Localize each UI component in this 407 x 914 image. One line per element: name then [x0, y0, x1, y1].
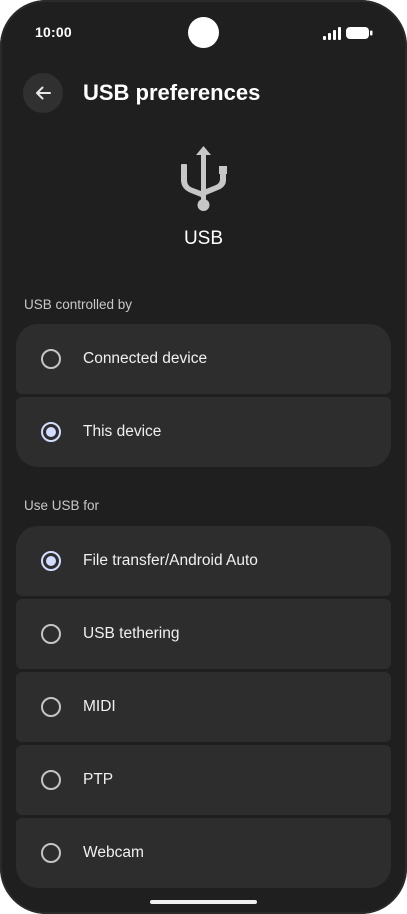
signal-icon	[323, 27, 341, 40]
arrow-left-icon	[36, 86, 51, 100]
option-this-device[interactable]: This device	[16, 397, 391, 467]
camera-cutout	[188, 17, 219, 48]
option-label: File transfer/Android Auto	[83, 552, 258, 569]
option-label: This device	[83, 423, 162, 440]
option-connected-device[interactable]: Connected device	[16, 324, 391, 394]
option-midi[interactable]: MIDI	[16, 672, 391, 742]
radio-file-transfer[interactable]	[41, 551, 61, 571]
option-label: MIDI	[83, 698, 116, 715]
section-header-use-usb-for: Use USB for	[24, 498, 100, 513]
option-usb-tethering[interactable]: USB tethering	[16, 599, 391, 669]
battery-icon	[346, 27, 373, 39]
controlled-by-group: Connected device This device	[16, 324, 391, 467]
back-button[interactable]	[23, 73, 63, 113]
status-bar: 10:00	[0, 0, 407, 64]
option-label: PTP	[83, 771, 114, 788]
use-usb-for-group: File transfer/Android Auto USB tethering…	[16, 526, 391, 888]
radio-usb-tethering[interactable]	[41, 624, 61, 644]
phone-screen: 10:00 USB preferences USB USB controlled…	[0, 0, 407, 914]
option-file-transfer[interactable]: File transfer/Android Auto	[16, 526, 391, 596]
section-header-controlled-by: USB controlled by	[24, 297, 133, 312]
option-webcam[interactable]: Webcam	[16, 818, 391, 888]
usb-icon	[181, 146, 227, 211]
radio-connected-device[interactable]	[41, 349, 61, 369]
radio-ptp[interactable]	[41, 770, 61, 790]
radio-webcam[interactable]	[41, 843, 61, 863]
radio-this-device[interactable]	[41, 422, 61, 442]
option-label: USB tethering	[83, 625, 180, 642]
option-label: Webcam	[83, 844, 144, 861]
usb-label: USB	[183, 228, 224, 249]
status-time: 10:00	[35, 24, 72, 40]
option-ptp[interactable]: PTP	[16, 745, 391, 815]
home-indicator[interactable]	[150, 900, 257, 904]
option-label: Connected device	[83, 350, 208, 367]
radio-midi[interactable]	[41, 697, 61, 717]
page-title: USB preferences	[83, 80, 261, 105]
